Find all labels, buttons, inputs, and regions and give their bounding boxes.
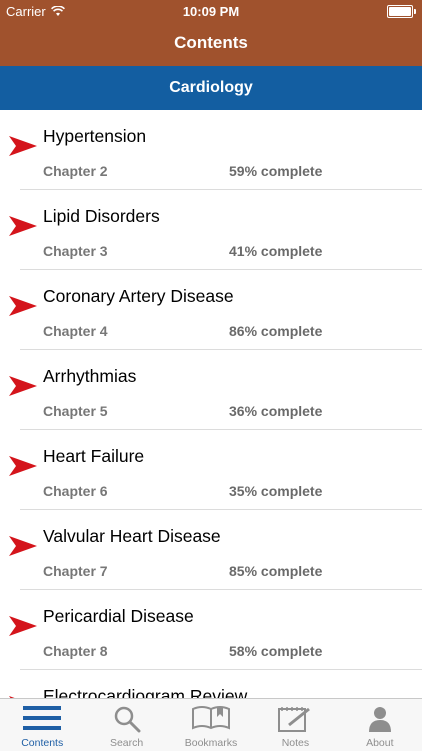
- chapter-row[interactable]: Arrhythmias Chapter 5 36% complete: [0, 350, 422, 430]
- status-time: 10:09 PM: [182, 4, 240, 19]
- chapter-progress: 58% complete: [229, 643, 323, 659]
- chapter-title: Electrocardiogram Review: [43, 686, 248, 698]
- arrow-icon: [9, 456, 37, 476]
- chapter-number: Chapter 3: [43, 243, 108, 259]
- tab-label: Contents: [21, 737, 64, 749]
- tab-label: About: [366, 737, 394, 749]
- arrow-icon: [9, 136, 37, 156]
- chapter-row[interactable]: Coronary Artery Disease Chapter 4 86% comp…: [0, 270, 422, 350]
- tab-search[interactable]: Search: [84, 699, 168, 751]
- chapter-title: Valvular Heart Disease: [43, 526, 221, 546]
- tab-notes[interactable]: Notes: [253, 699, 337, 751]
- arrow-icon: [9, 216, 37, 236]
- arrow-icon: [9, 296, 37, 316]
- tab-label: Search: [109, 737, 144, 749]
- chapter-progress: 41% complete: [229, 243, 323, 259]
- battery-icon: [387, 5, 413, 18]
- chapter-row[interactable]: Heart Failure Chapter 6 35% complete: [0, 430, 422, 510]
- arrow-icon: [9, 376, 37, 396]
- chapter-list: Hypertension Chapter 2 59% complete Lipid D…: [0, 110, 422, 698]
- chapter-progress: 59% complete: [229, 163, 323, 179]
- bookmarks-book-icon: [191, 705, 231, 736]
- chapter-title: Hypertension: [43, 126, 147, 146]
- chapter-title: Arrhythmias: [43, 366, 137, 386]
- notes-pad-icon: [277, 705, 313, 738]
- chapter-title: Heart Failure: [43, 446, 145, 466]
- chapter-row[interactable]: Electrocardiogram Review: [0, 670, 422, 698]
- chapter-number: Chapter 4: [43, 323, 108, 339]
- contents-list-icon: [23, 705, 62, 736]
- tab-bar: Contents Search Bookmarks Notes About: [0, 698, 422, 751]
- search-icon: [113, 705, 141, 738]
- chapter-number: Chapter 5: [43, 403, 108, 419]
- chapter-title: Pericardial Disease: [43, 606, 194, 626]
- page-title: Contents: [174, 33, 248, 52]
- chapter-progress: 35% complete: [229, 483, 323, 499]
- chapter-row[interactable]: Lipid Disorders Chapter 3 41% complete: [0, 190, 422, 270]
- chapter-number: Chapter 7: [43, 563, 108, 579]
- chapter-number: Chapter 6: [43, 483, 108, 499]
- chapter-row[interactable]: Valvular Heart Disease Chapter 7 85% compl…: [0, 510, 422, 590]
- person-icon: [368, 705, 392, 738]
- chapter-title: Coronary Artery Disease: [43, 286, 234, 306]
- chapter-row[interactable]: Hypertension Chapter 2 59% complete: [0, 110, 422, 190]
- chapter-progress: 86% complete: [229, 323, 323, 339]
- tab-contents[interactable]: Contents: [0, 699, 84, 751]
- tab-label: Bookmarks: [184, 737, 238, 749]
- chapter-number: Chapter 8: [43, 643, 108, 659]
- status-bar: Carrier 10:09 PM: [0, 0, 422, 22]
- section-header: Cardiology: [0, 66, 422, 110]
- arrow-icon: [9, 616, 37, 636]
- tab-bookmarks[interactable]: Bookmarks: [169, 699, 253, 751]
- tab-about[interactable]: About: [338, 699, 422, 751]
- navigation-bar: Carrier 10:09 PM Contents: [0, 0, 422, 66]
- chapter-progress: 85% complete: [229, 563, 323, 579]
- arrow-icon: [9, 536, 37, 556]
- battery-indicator: [387, 5, 416, 18]
- chapter-title: Lipid Disorders: [43, 206, 160, 226]
- chapter-row[interactable]: Pericardial Disease Chapter 8 58% complete: [0, 590, 422, 670]
- tab-label: Notes: [281, 737, 310, 749]
- chapter-number: Chapter 2: [43, 163, 108, 179]
- chapter-progress: 36% complete: [229, 403, 323, 419]
